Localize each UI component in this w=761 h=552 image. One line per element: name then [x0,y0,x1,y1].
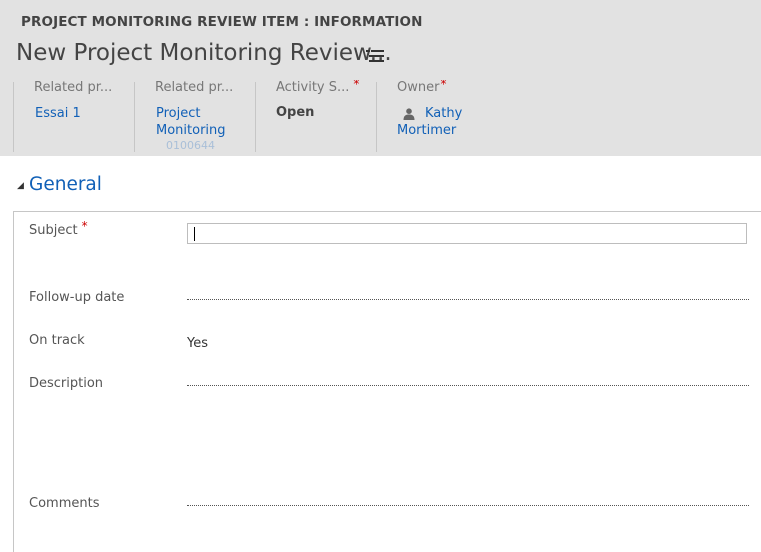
owner-first-name: Kathy [425,106,463,121]
comments-field[interactable] [187,505,749,506]
record-title[interactable]: New Project Monitoring Review... [16,40,392,66]
header-field-divider [255,82,256,152]
subject-input[interactable] [187,223,747,244]
on-track-value[interactable]: Yes [187,336,208,351]
header-field-owner: Owner * Kathy Mortimer [397,80,507,152]
header-field-related-1: Related pr... Essai 1 [34,80,130,152]
comments-label: Comments [29,496,100,511]
followup-date-field[interactable] [187,299,749,300]
subject-label: Subject * [29,219,88,238]
related-record-link[interactable]: Essai 1 [35,105,130,122]
header-field-label-text: Activity S... [276,80,350,95]
description-label: Description [29,376,104,391]
related-project-line: Monitoring [156,123,226,138]
subject-label-text: Subject [29,223,78,238]
header-field-activity-status: Activity S... * Open [276,80,372,152]
header-field-label: Activity S... * [276,80,372,100]
menu-icon[interactable] [366,50,384,62]
record-header: PROJECT MONITORING REVIEW ITEM : INFORMA… [0,0,761,156]
owner-last-name[interactable]: Mortimer [397,122,507,139]
entity-form-label: PROJECT MONITORING REVIEW ITEM : INFORMA… [21,14,423,30]
required-marker: * [353,80,360,91]
person-icon [403,107,415,120]
header-field-label: Related pr... [155,80,234,95]
header-field-related-2: Related pr... Project Monitoring 0100644 [155,80,251,152]
description-field[interactable] [187,385,749,386]
section-title[interactable]: General [29,174,102,195]
on-track-label: On track [29,333,85,348]
header-field-label-text: Owner [397,80,440,95]
text-cursor [194,227,195,241]
header-field-divider [376,82,377,152]
required-marker: * [81,219,88,233]
collapse-triangle-icon[interactable]: ◢ [17,181,24,191]
related-project-line: Project [156,106,201,121]
header-field-divider [134,82,135,152]
owner-link[interactable]: Kathy [397,105,507,122]
section-body [13,211,761,552]
required-marker: * [440,80,447,91]
header-field-label: Owner * [397,80,507,100]
related-project-link[interactable]: Project Monitoring 0100644 [156,105,251,152]
related-project-line: 0100644 [166,139,215,152]
header-field-label: Related pr... [34,80,113,95]
activity-status-value[interactable]: Open [276,105,372,120]
header-field-divider [13,82,14,152]
followup-date-label: Follow-up date [29,290,125,305]
